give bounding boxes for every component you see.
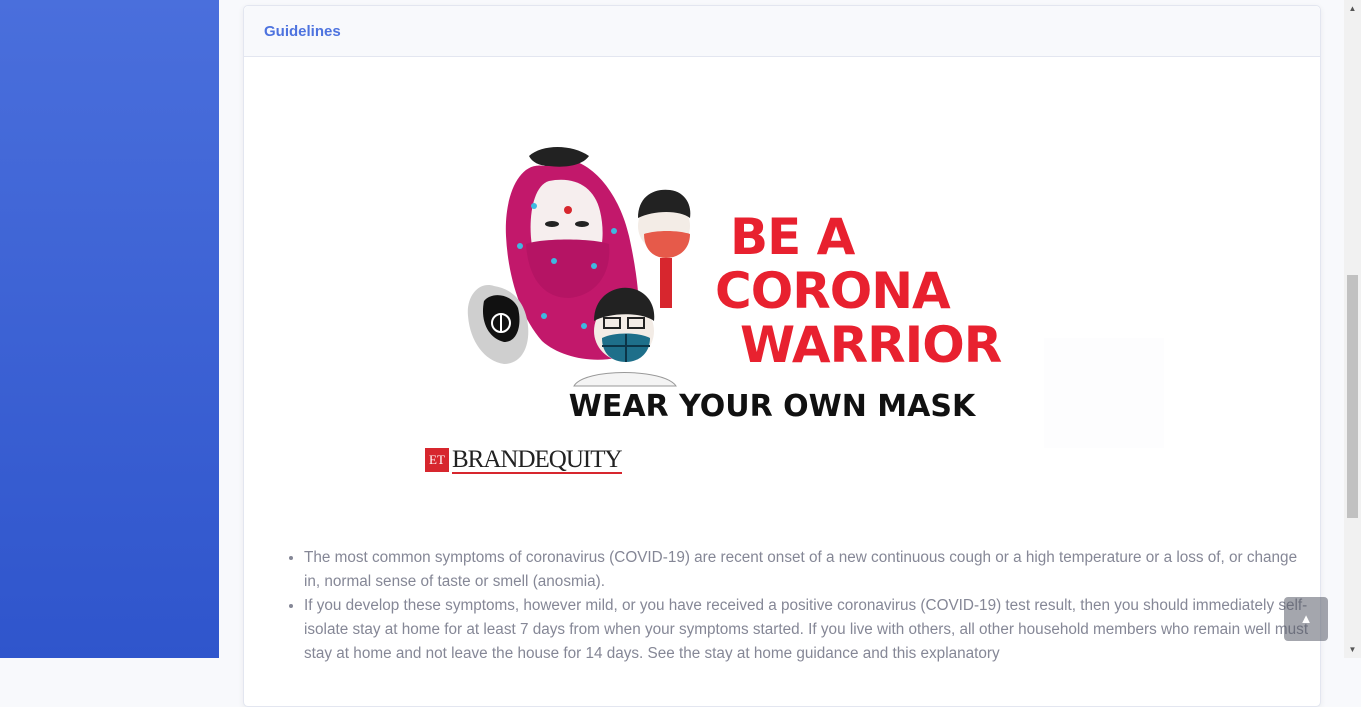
chevron-up-icon: ▲ [1299,611,1313,626]
boy-with-red-mask-figure [638,189,691,308]
headline-line-3: WARRIOR [740,316,1002,374]
guidelines-card: Guidelines BE A CORONA WARRIOR WEAR YOUR… [243,5,1321,707]
list-item: The most common symptoms of coronavirus … [304,546,1314,594]
main-content: Guidelines BE A CORONA WARRIOR WEAR YOUR… [219,0,1344,707]
vertical-scrollbar[interactable]: ▲ ▼ [1344,0,1361,658]
brandequity-logo: ET BRANDEQUITY [425,446,623,478]
headline-line-1: BE A [730,208,855,266]
campaign-tagline: WEAR YOUR OWN MASK [568,389,976,424]
guidelines-list: The most common symptoms of coronavirus … [284,546,1314,666]
headline-line-2: CORONA [715,262,951,320]
scrollbar-thumb[interactable] [1347,275,1358,518]
scroll-to-top-button[interactable]: ▲ [1284,597,1328,641]
list-item: If you develop these symptoms, however m… [304,594,1314,666]
card-header: Guidelines [244,6,1320,57]
sidebar [0,0,219,658]
scroll-down-arrow-icon[interactable]: ▼ [1344,641,1361,658]
card-title: Guidelines [264,23,341,40]
logo-name: BRANDEQUITY [452,446,623,474]
scroll-up-arrow-icon[interactable]: ▲ [1344,0,1361,17]
logo-badge: ET [425,448,449,472]
